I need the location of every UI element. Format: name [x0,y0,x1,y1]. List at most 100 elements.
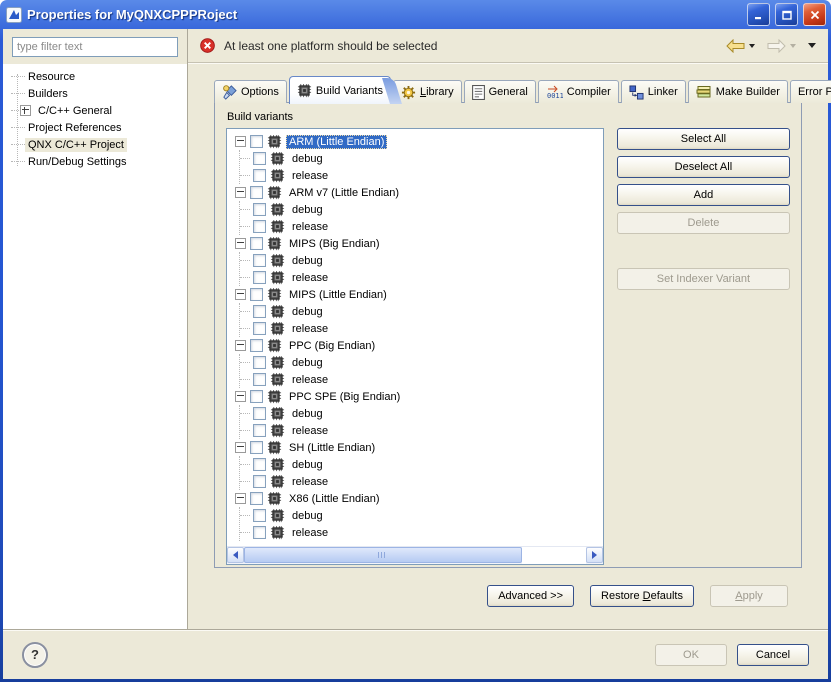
variant-checkbox[interactable] [253,271,266,284]
variant-row-arm-little-endian[interactable]: ARM (Little Endian) [227,133,603,150]
sidebar-item-label[interactable]: Resource [25,70,78,84]
delete-button[interactable]: Delete [617,212,790,234]
scroll-right-icon[interactable] [586,547,603,563]
restore-defaults-button[interactable]: Restore Defaults [590,585,694,607]
variant-label[interactable]: ARM (Little Endian) [286,135,387,149]
variant-row-arm-v7-little-endian-release[interactable]: release [240,218,603,235]
collapse-icon[interactable] [235,493,246,504]
horizontal-scrollbar[interactable] [227,546,603,564]
tab-options[interactable]: Options [214,80,287,103]
advanced-button[interactable]: Advanced >> [487,585,574,607]
variant-checkbox[interactable] [253,322,266,335]
variant-label[interactable]: debug [289,407,326,421]
variant-label[interactable]: X86 (Little Endian) [286,492,383,506]
variant-checkbox[interactable] [250,135,263,148]
collapse-icon[interactable] [235,289,246,300]
sidebar-item-label[interactable]: Builders [25,87,71,101]
variant-row-sh-little-endian-debug[interactable]: debug [240,456,603,473]
sidebar-item-project-references[interactable]: Project References [11,119,187,136]
close-button[interactable] [803,3,826,26]
variant-checkbox[interactable] [253,169,266,182]
variant-row-arm-little-endian-debug[interactable]: debug [240,150,603,167]
variant-label[interactable]: release [289,373,331,387]
variant-label[interactable]: release [289,475,331,489]
variant-label[interactable]: release [289,322,331,336]
variant-label[interactable]: debug [289,356,326,370]
variant-label[interactable]: debug [289,152,326,166]
variant-checkbox[interactable] [250,492,263,505]
variant-row-mips-big-endian-debug[interactable]: debug [240,252,603,269]
variant-label[interactable]: SH (Little Endian) [286,441,378,455]
scrollbar-track[interactable] [522,547,586,564]
sidebar-item-label[interactable]: Project References [25,121,125,135]
variant-row-ppc-spe-big-endian-release[interactable]: release [240,422,603,439]
variant-checkbox[interactable] [253,152,266,165]
variant-label[interactable]: PPC (Big Endian) [286,339,378,353]
variant-row-x86-little-endian[interactable]: X86 (Little Endian) [227,490,603,507]
variant-row-mips-little-endian[interactable]: MIPS (Little Endian) [227,286,603,303]
ok-button[interactable]: OK [655,644,727,666]
collapse-icon[interactable] [235,391,246,402]
variant-label[interactable]: MIPS (Little Endian) [286,288,390,302]
variant-label[interactable]: debug [289,458,326,472]
variant-label[interactable]: release [289,526,331,540]
collapse-icon[interactable] [235,442,246,453]
apply-button[interactable]: Apply [710,585,788,607]
variant-row-sh-little-endian[interactable]: SH (Little Endian) [227,439,603,456]
variant-checkbox[interactable] [253,407,266,420]
variant-row-arm-v7-little-endian-debug[interactable]: debug [240,201,603,218]
variant-label[interactable]: PPC SPE (Big Endian) [286,390,403,404]
select-all-button[interactable]: Select All [617,128,790,150]
variant-label[interactable]: debug [289,509,326,523]
variant-checkbox[interactable] [253,424,266,437]
variant-row-x86-little-endian-release[interactable]: release [240,524,603,541]
tab-compiler[interactable]: 0011Compiler [538,80,619,103]
variant-checkbox[interactable] [253,458,266,471]
variant-label[interactable]: MIPS (Big Endian) [286,237,382,251]
scrollbar-thumb[interactable] [244,547,522,563]
variant-checkbox[interactable] [250,288,263,301]
sidebar-item-label[interactable]: QNX C/C++ Project [25,138,127,152]
variant-row-arm-little-endian-release[interactable]: release [240,167,603,184]
sidebar-item-builders[interactable]: Builders [11,85,187,102]
sidebar-item-run-debug-settings[interactable]: Run/Debug Settings [11,153,187,170]
variant-checkbox[interactable] [250,441,263,454]
variant-row-mips-big-endian-release[interactable]: release [240,269,603,286]
collapse-icon[interactable] [235,187,246,198]
variant-row-sh-little-endian-release[interactable]: release [240,473,603,490]
variant-checkbox[interactable] [250,339,263,352]
variant-checkbox[interactable] [253,203,266,216]
variant-checkbox[interactable] [253,220,266,233]
variant-row-mips-little-endian-debug[interactable]: debug [240,303,603,320]
sidebar-item-c-c-general[interactable]: C/C++ General [11,102,187,119]
collapse-icon[interactable] [235,136,246,147]
variant-checkbox[interactable] [253,305,266,318]
help-icon[interactable]: ? [22,642,48,668]
back-menu-icon[interactable] [749,44,755,48]
variant-label[interactable]: release [289,220,331,234]
maximize-button[interactable] [775,3,798,26]
forward-menu-icon[interactable] [790,44,796,48]
variant-label[interactable]: release [289,271,331,285]
variant-row-ppc-big-endian-debug[interactable]: debug [240,354,603,371]
variant-row-arm-v7-little-endian[interactable]: ARM v7 (Little Endian) [227,184,603,201]
variant-label[interactable]: debug [289,203,326,217]
variant-checkbox[interactable] [250,237,263,250]
sidebar-item-label[interactable]: Run/Debug Settings [25,155,129,169]
variant-checkbox[interactable] [250,186,263,199]
variant-row-ppc-big-endian[interactable]: PPC (Big Endian) [227,337,603,354]
tab-library[interactable]: Library [393,80,462,103]
variant-row-mips-big-endian[interactable]: MIPS (Big Endian) [227,235,603,252]
variant-row-x86-little-endian-debug[interactable]: debug [240,507,603,524]
tab-error-parsers[interactable]: Error Parsers [790,80,831,103]
minimize-button[interactable] [747,3,770,26]
tab-build-variants[interactable]: Build Variants [289,76,391,104]
variant-checkbox[interactable] [253,526,266,539]
sidebar-item-label[interactable]: C/C++ General [35,104,115,118]
variant-row-ppc-big-endian-release[interactable]: release [240,371,603,388]
variant-checkbox[interactable] [253,509,266,522]
variant-row-mips-little-endian-release[interactable]: release [240,320,603,337]
variant-row-ppc-spe-big-endian[interactable]: PPC SPE (Big Endian) [227,388,603,405]
sidebar-item-qnx-c-c-project[interactable]: QNX C/C++ Project [11,136,187,153]
tab-linker[interactable]: Linker [621,80,686,103]
